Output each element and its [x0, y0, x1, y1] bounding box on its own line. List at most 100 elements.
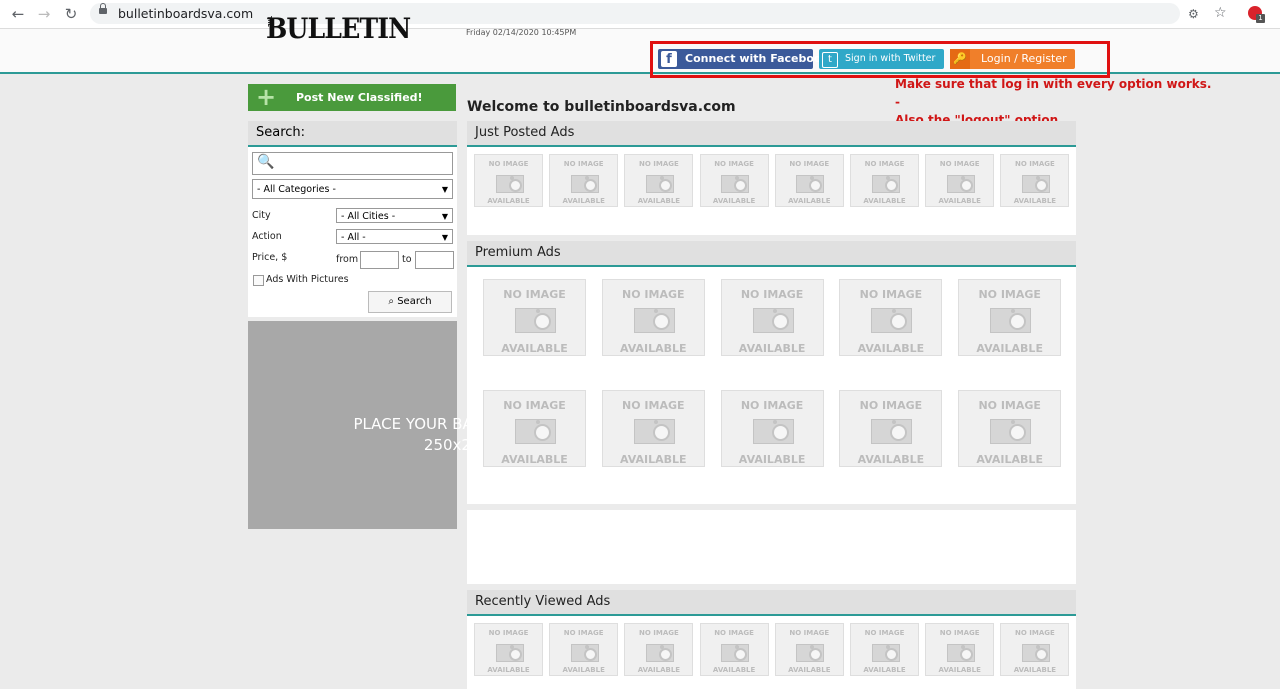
- no-image-text: NO IMAGE: [864, 160, 905, 168]
- no-image-text: NO IMAGE: [1015, 629, 1055, 637]
- twitter-label: Sign in with Twitter: [845, 53, 936, 64]
- search-input[interactable]: 🔍: [252, 152, 453, 175]
- available-text: AVAILABLE: [788, 666, 831, 674]
- extension-icon[interactable]: 1: [1248, 6, 1265, 23]
- camera-icon: [990, 308, 1032, 333]
- ad-thumbnail[interactable]: NO IMAGE AVAILABLE: [925, 623, 995, 676]
- facebook-connect-button[interactable]: f Connect with Facebook: [658, 49, 829, 69]
- ad-thumbnail[interactable]: NO IMAGE AVAILABLE: [958, 279, 1062, 356]
- camera-lens: [890, 313, 908, 330]
- no-image-text: NO IMAGE: [789, 160, 830, 168]
- address-bar[interactable]: bulletinboardsva.com: [90, 3, 1180, 24]
- no-image-text: NO IMAGE: [939, 160, 980, 168]
- category-value: - All Categories -: [257, 184, 336, 195]
- camera-icon: [721, 644, 750, 662]
- url-text: bulletinboardsva.com: [118, 6, 254, 21]
- reload-icon[interactable]: ↻: [62, 5, 80, 23]
- price-from-label: from: [336, 254, 359, 265]
- price-from-input[interactable]: [360, 251, 399, 269]
- no-image-text: NO IMAGE: [864, 629, 905, 637]
- facebook-label: Connect with Facebook: [685, 52, 829, 65]
- available-text: AVAILABLE: [738, 342, 806, 355]
- camera-lens: [771, 313, 789, 330]
- camera-lens: [890, 424, 908, 441]
- action-label: Action: [252, 231, 282, 242]
- ad-thumbnail[interactable]: NO IMAGE AVAILABLE: [699, 623, 769, 676]
- available-text: AVAILABLE: [487, 666, 530, 674]
- no-image-text: NO IMAGE: [503, 399, 566, 412]
- ad-thumbnail[interactable]: NO IMAGE AVAILABLE: [720, 279, 824, 356]
- ad-thumbnail[interactable]: NO IMAGE AVAILABLE: [483, 390, 586, 467]
- ad-thumbnail[interactable]: NO IMAGE AVAILABLE: [474, 623, 543, 676]
- camera-icon: [515, 419, 556, 444]
- available-text: AVAILABLE: [738, 453, 806, 466]
- ad-thumbnail[interactable]: NO IMAGE AVAILABLE: [624, 154, 694, 207]
- no-image-text: NO IMAGE: [639, 160, 679, 168]
- category-select[interactable]: - All Categories - ▼: [252, 179, 453, 199]
- search-title: Search:: [256, 125, 306, 140]
- ad-thumbnail[interactable]: NO IMAGE AVAILABLE: [601, 390, 705, 467]
- premium-header: Premium Ads: [467, 241, 1076, 267]
- ad-thumbnail[interactable]: NO IMAGE AVAILABLE: [483, 279, 586, 356]
- chevron-down-icon: ▼: [441, 212, 448, 221]
- available-text: AVAILABLE: [487, 197, 530, 205]
- post-classified-label: Post New Classified!: [296, 91, 423, 104]
- ad-thumbnail[interactable]: NO IMAGE AVAILABLE: [925, 154, 995, 207]
- camera-lens: [583, 648, 597, 661]
- ad-thumbnail[interactable]: NO IMAGE AVAILABLE: [1000, 623, 1070, 676]
- camera-icon: [796, 175, 825, 193]
- banner-placeholder[interactable]: PLACE YOUR BANNER HERE 250x250: [248, 321, 561, 529]
- action-value: - All -: [341, 232, 366, 243]
- ad-thumbnail[interactable]: NO IMAGE AVAILABLE: [774, 623, 844, 676]
- ad-thumbnail[interactable]: NO IMAGE AVAILABLE: [474, 154, 543, 207]
- ad-thumbnail[interactable]: NO IMAGE AVAILABLE: [839, 279, 943, 356]
- camera-icon: [570, 175, 599, 193]
- camera-lens: [583, 179, 597, 192]
- available-text: AVAILABLE: [1013, 197, 1057, 205]
- camera-icon: [990, 419, 1032, 444]
- no-image-text: NO IMAGE: [563, 160, 604, 168]
- camera-lens: [1009, 424, 1027, 441]
- twitter-signin-button[interactable]: t Sign in with Twitter: [819, 49, 944, 69]
- ad-thumbnail[interactable]: NO IMAGE AVAILABLE: [1000, 154, 1070, 207]
- forward-icon[interactable]: →: [35, 5, 53, 23]
- camera-lens: [534, 313, 551, 330]
- star-icon[interactable]: ☆: [1214, 5, 1227, 21]
- ads-with-pictures-checkbox[interactable]: [253, 275, 264, 286]
- ad-thumbnail[interactable]: NO IMAGE AVAILABLE: [958, 390, 1062, 467]
- ad-thumbnail[interactable]: NO IMAGE AVAILABLE: [774, 154, 844, 207]
- ad-thumbnail[interactable]: NO IMAGE AVAILABLE: [624, 623, 694, 676]
- translate-icon[interactable]: ⚙: [1188, 7, 1199, 21]
- post-classified-button[interactable]: + Post New Classified!: [248, 84, 456, 111]
- camera-icon: [495, 644, 524, 662]
- ad-thumbnail[interactable]: NO IMAGE AVAILABLE: [850, 154, 919, 207]
- back-icon[interactable]: ←: [9, 5, 27, 23]
- price-to-input[interactable]: [415, 251, 454, 269]
- ad-thumbnail[interactable]: NO IMAGE AVAILABLE: [839, 390, 943, 467]
- camera-icon: [633, 308, 675, 333]
- city-select[interactable]: - All Cities - ▼: [336, 208, 453, 223]
- search-button[interactable]: ⌕ Search: [368, 291, 452, 313]
- ad-thumbnail[interactable]: NO IMAGE AVAILABLE: [850, 623, 919, 676]
- login-register-button[interactable]: 🔑 Login / Register: [950, 49, 1075, 69]
- ad-thumbnail[interactable]: NO IMAGE AVAILABLE: [549, 623, 619, 676]
- camera-lens: [658, 179, 672, 192]
- available-text: AVAILABLE: [863, 197, 906, 205]
- camera-lens: [652, 424, 670, 441]
- ad-thumbnail[interactable]: NO IMAGE AVAILABLE: [549, 154, 619, 207]
- camera-lens: [809, 179, 823, 192]
- available-text: AVAILABLE: [620, 342, 687, 355]
- camera-icon: [796, 644, 825, 662]
- camera-lens: [652, 313, 670, 330]
- ad-thumbnail[interactable]: NO IMAGE AVAILABLE: [699, 154, 769, 207]
- action-select[interactable]: - All - ▼: [336, 229, 453, 244]
- camera-icon: [946, 644, 975, 662]
- ad-thumbnail[interactable]: NO IMAGE AVAILABLE: [601, 279, 705, 356]
- current-date: Friday 02/14/2020 10:45PM: [466, 28, 577, 37]
- ad-thumbnail[interactable]: NO IMAGE AVAILABLE: [720, 390, 824, 467]
- no-image-text: NO IMAGE: [1015, 160, 1055, 168]
- no-image-text: NO IMAGE: [859, 288, 923, 301]
- site-logo[interactable]: BULLETIN: [266, 12, 411, 45]
- no-image-text: NO IMAGE: [622, 288, 685, 301]
- available-text: AVAILABLE: [501, 342, 568, 355]
